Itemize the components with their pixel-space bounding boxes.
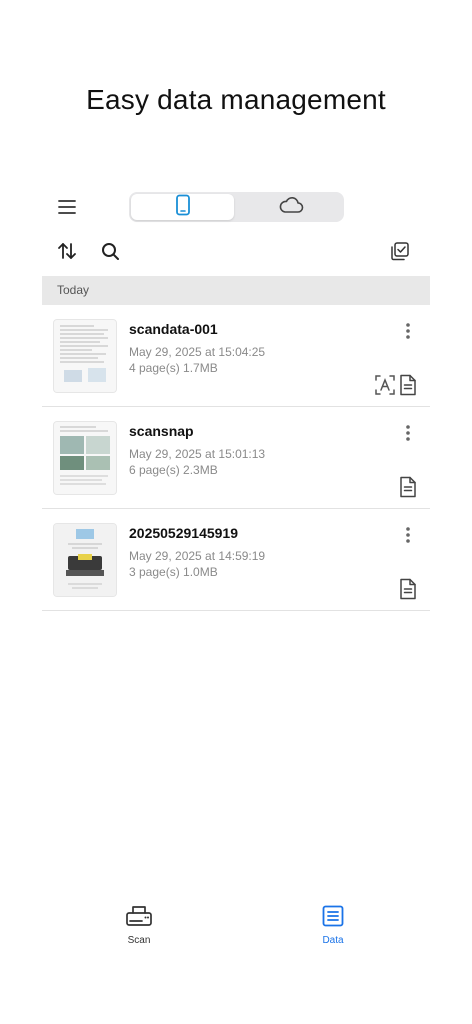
ocr-text-icon	[374, 374, 396, 396]
document-thumbnail	[53, 421, 117, 495]
list-toolbar	[42, 238, 430, 266]
document-date: May 29, 2025 at 15:04:25	[129, 345, 266, 359]
scanner-icon	[124, 906, 154, 932]
list-document-icon	[321, 905, 345, 932]
document-title: scandata-001	[129, 321, 218, 337]
storage-segmented-control	[129, 192, 344, 222]
tab-scan-label: Scan	[127, 935, 151, 946]
segment-device[interactable]	[131, 194, 234, 220]
bottom-tab-bar: Scan Data	[0, 900, 472, 960]
more-options-icon[interactable]	[398, 423, 418, 443]
document-date: May 29, 2025 at 15:01:13	[129, 447, 266, 461]
document-icon	[398, 476, 418, 498]
document-meta: 4 page(s) 1.7MB	[129, 361, 218, 375]
document-thumbnail	[53, 523, 117, 597]
hamburger-menu-icon[interactable]	[56, 196, 78, 218]
tab-data[interactable]: Data	[293, 904, 373, 946]
multi-select-icon[interactable]	[389, 240, 411, 262]
list-item[interactable]: 20250529145919 May 29, 2025 at 14:59:19 …	[42, 509, 430, 611]
section-header-today: Today	[42, 276, 430, 305]
tab-data-label: Data	[322, 935, 344, 946]
section-label: Today	[57, 283, 90, 297]
tab-scan[interactable]: Scan	[99, 904, 179, 946]
page-headline: Easy data management	[86, 84, 386, 115]
sort-icon[interactable]	[56, 240, 78, 262]
document-icon	[398, 578, 418, 600]
document-meta: 6 page(s) 2.3MB	[129, 463, 218, 477]
document-title: 20250529145919	[129, 525, 239, 541]
document-icon	[398, 374, 418, 396]
list-item[interactable]: scandata-001 May 29, 2025 at 15:04:25 4 …	[42, 305, 430, 407]
document-title: scansnap	[129, 423, 194, 439]
document-date: May 29, 2025 at 14:59:19	[129, 549, 266, 563]
document-list: scandata-001 May 29, 2025 at 15:04:25 4 …	[42, 305, 430, 611]
cloud-icon	[278, 196, 304, 219]
more-options-icon[interactable]	[398, 525, 418, 545]
segment-cloud[interactable]	[239, 194, 342, 220]
search-icon[interactable]	[99, 240, 121, 262]
phone-icon	[175, 194, 191, 221]
document-thumbnail	[53, 319, 117, 393]
list-item[interactable]: scansnap May 29, 2025 at 15:01:13 6 page…	[42, 407, 430, 509]
more-options-icon[interactable]	[398, 321, 418, 341]
document-meta: 3 page(s) 1.0MB	[129, 565, 218, 579]
top-bar	[42, 190, 430, 224]
